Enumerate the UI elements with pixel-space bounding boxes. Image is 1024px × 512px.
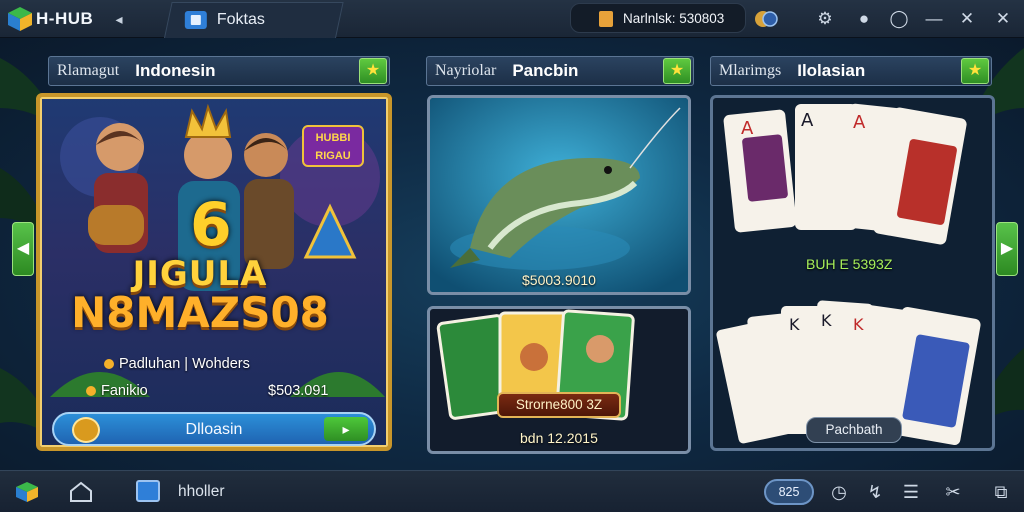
tab-label: Foktas xyxy=(216,11,265,28)
svg-text:A: A xyxy=(853,112,866,133)
scissors-icon[interactable]: ✂ xyxy=(940,480,966,504)
app-logo-icon[interactable] xyxy=(6,5,34,33)
bottom-bar-label: hholler xyxy=(178,483,225,500)
promo-big-number: 6 xyxy=(190,190,232,260)
game-card-fishing[interactable] xyxy=(427,95,691,295)
fishing-prize-amount: $5003.9010 xyxy=(522,272,596,288)
info-row-2: Fanikio xyxy=(86,383,148,399)
coin-balance-text: Narlnlsk: 530803 xyxy=(623,10,725,26)
share-icon[interactable]: ↯ xyxy=(862,480,888,504)
panel-subtitle: Rlamagut xyxy=(57,62,120,79)
coin-icon xyxy=(599,11,613,27)
record-icon[interactable]: ● xyxy=(853,8,875,30)
play-arrow-icon[interactable]: ▸ xyxy=(324,417,368,441)
carousel-next-button[interactable]: ▶ xyxy=(996,222,1018,276)
coin-balance-pill[interactable]: Narlnlsk: 530803 xyxy=(570,3,746,33)
poker-cards-artwork: A A A K K K xyxy=(716,103,981,446)
info-row-1: Padluhan | Wohders xyxy=(104,356,250,372)
app-window-icon[interactable] xyxy=(136,480,160,502)
panel-header-indonesia[interactable]: Rlamagut Indonesin ★ xyxy=(48,56,390,86)
panel-header-pancbin[interactable]: Nayriolar Pancbin ★ xyxy=(426,56,694,86)
svg-text:K: K xyxy=(821,311,832,330)
promo-tag: HUBBI RIGAU xyxy=(302,125,364,167)
restore-icon[interactable]: ✕ xyxy=(956,8,978,30)
back-arrow-icon[interactable]: ◂ xyxy=(110,10,128,28)
panel-title: Indonesin xyxy=(135,61,216,80)
panel-title: Pancbin xyxy=(512,61,579,80)
svg-text:A: A xyxy=(741,118,754,139)
minimize-icon[interactable]: — xyxy=(923,8,945,30)
settings-gear-icon[interactable]: ⚙ xyxy=(814,8,836,30)
panel-title: Ilolasian xyxy=(797,61,866,80)
close-icon[interactable]: ✕ xyxy=(992,8,1014,30)
coin-bullet-icon xyxy=(86,386,96,397)
help-circle-icon[interactable]: ◯ xyxy=(888,8,910,30)
home-icon[interactable] xyxy=(68,480,94,504)
poker-prize-text: BUH E 5393Z xyxy=(806,256,893,272)
favorite-star-button[interactable]: ★ xyxy=(359,58,387,84)
favorite-star-button[interactable]: ★ xyxy=(663,58,691,84)
app-logo-icon[interactable] xyxy=(14,480,40,504)
coin-bullet-icon xyxy=(104,359,114,370)
fish-artwork xyxy=(430,98,688,292)
app-title: H-HUB xyxy=(36,9,94,28)
svg-text:K: K xyxy=(853,315,864,334)
tab-active[interactable]: Foktas xyxy=(164,2,344,38)
list-icon[interactable]: ☰ xyxy=(898,480,924,504)
info-row-2-value: $503.091 xyxy=(268,383,329,399)
panel-subtitle: Mlarimgs xyxy=(719,62,782,79)
poker-name-pill: Pachbath xyxy=(806,417,902,443)
title-bar: H-HUB ◂ Foktas Narlnlsk: 530803 ⚙ ● ◯ — … xyxy=(0,0,1024,38)
cards-caption: bdn 12.2015 xyxy=(520,430,598,446)
game-card-poker[interactable]: A A A K K K xyxy=(710,95,995,451)
speedometer-icon[interactable]: ◷ xyxy=(826,480,852,504)
svg-text:K: K xyxy=(789,315,800,334)
bottom-bar: hholler 825 ◷ ↯ ☰ ✂ ⧉ xyxy=(0,470,1024,512)
svg-text:A: A xyxy=(801,110,814,131)
counter-pill[interactable]: 825 xyxy=(764,479,814,505)
tab-app-icon xyxy=(184,11,207,29)
play-button-bar[interactable]: Dlloasin ▸ xyxy=(52,412,376,446)
favorite-star-button[interactable]: ★ xyxy=(961,58,989,84)
fullscreen-icon[interactable]: ⧉ xyxy=(988,480,1014,504)
panel-subtitle: Nayriolar xyxy=(435,62,497,79)
avatar-badge-icon[interactable] xyxy=(754,8,778,30)
panel-header-ilolasian[interactable]: Mlarimgs Ilolasian ★ xyxy=(710,56,992,86)
carousel-prev-button[interactable]: ◀ xyxy=(12,222,34,276)
promo-title-line2: N8MAZS08 xyxy=(71,288,329,337)
cards-name-plate: Strorne800 3Z xyxy=(497,392,621,418)
